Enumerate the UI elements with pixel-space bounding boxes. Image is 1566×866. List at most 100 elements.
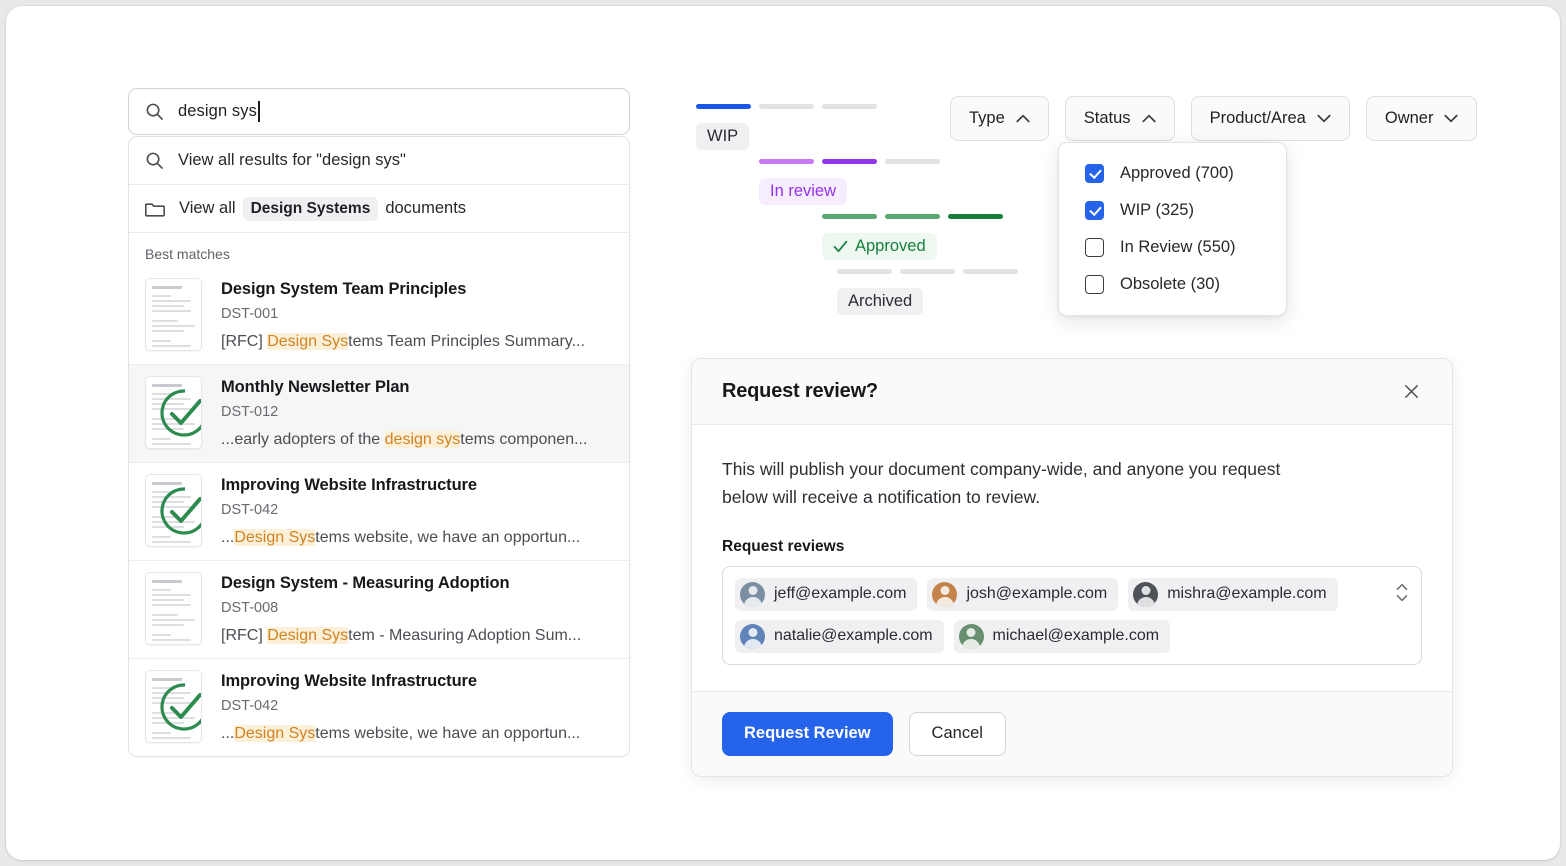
- result-snippet: ...Design Systems website, we have an op…: [221, 724, 581, 742]
- result-snippet: ...early adopters of the design systems …: [221, 430, 588, 448]
- recipient-chip[interactable]: mishra@example.com: [1128, 577, 1338, 611]
- status-menu-item[interactable]: In Review (550): [1059, 229, 1286, 266]
- status-menu-label: Obsolete (30): [1120, 275, 1220, 293]
- chevron-updown-stepper-icon[interactable]: [1394, 581, 1410, 605]
- result-doc-id: DST-001: [221, 305, 279, 322]
- progress-segment: [822, 159, 877, 164]
- chevron-up-icon: [1142, 109, 1156, 128]
- recipient-chip[interactable]: natalie@example.com: [735, 619, 944, 653]
- recipients-field[interactable]: jeff@example.com josh@example.com mishra…: [722, 565, 1422, 665]
- search-result-item[interactable]: Improving Website Infrastructure DST-042…: [129, 659, 629, 756]
- search-input[interactable]: design sys: [128, 88, 630, 135]
- filter-button-status[interactable]: Status: [1064, 96, 1175, 141]
- progress-segment: [822, 104, 877, 109]
- result-snippet: [RFC] Design System - Measuring Adoption…: [221, 626, 582, 644]
- status-menu-item[interactable]: Obsolete (30): [1059, 266, 1286, 303]
- filter-button-product-area[interactable]: Product/Area: [1190, 96, 1350, 141]
- recipient-email: natalie@example.com: [774, 627, 933, 645]
- progress-segment: [759, 159, 814, 164]
- status-progression-row: In review: [759, 159, 1018, 214]
- request-review-modal: Request review? This will publish your d…: [691, 358, 1453, 777]
- view-all-suffix: documents: [385, 199, 467, 217]
- search-results-list: Design System Team Principles DST-001 [R…: [129, 267, 629, 756]
- result-doc-id: DST-012: [221, 403, 279, 420]
- chevron-up-icon: [1016, 109, 1030, 128]
- cancel-button[interactable]: Cancel: [908, 711, 1006, 756]
- text-caret: [257, 101, 260, 122]
- recipient-email: mishra@example.com: [1167, 585, 1327, 603]
- recipient-chip[interactable]: josh@example.com: [927, 577, 1119, 611]
- view-all-folder-row[interactable]: View all Design Systems documents: [129, 185, 629, 233]
- filter-label: Status: [1083, 109, 1131, 127]
- recipient-chip[interactable]: michael@example.com: [953, 619, 1171, 653]
- recipient-chip[interactable]: jeff@example.com: [735, 577, 918, 611]
- modal-title: Request review?: [722, 380, 878, 402]
- document-thumbnail: [145, 278, 202, 351]
- status-menu-label: In Review (550): [1120, 238, 1236, 256]
- progress-segment: [948, 214, 1003, 219]
- result-title: Monthly Newsletter Plan: [221, 378, 410, 396]
- checkbox-icon[interactable]: [1085, 164, 1104, 183]
- status-menu-item[interactable]: Approved (700): [1059, 155, 1286, 192]
- status-badge: In review: [759, 178, 848, 205]
- search-icon: [145, 151, 164, 170]
- snippet-highlight: Design Sys: [267, 332, 349, 350]
- view-all-prefix: View all: [179, 199, 236, 217]
- checkbox-icon[interactable]: [1085, 275, 1104, 294]
- modal-header: Request review?: [692, 359, 1452, 425]
- status-badge: Approved: [822, 233, 937, 260]
- document-thumbnail: [145, 670, 202, 743]
- status-badge: WIP: [696, 123, 750, 150]
- status-badge: Archived: [837, 288, 924, 315]
- search-panel: design sys View all results for "design …: [128, 88, 630, 757]
- avatar: [932, 581, 958, 607]
- snippet-highlight: Design Sys: [267, 626, 349, 644]
- result-title: Design System Team Principles: [221, 280, 467, 298]
- view-all-results-row[interactable]: View all results for "design sys": [129, 137, 629, 185]
- progress-segment: [900, 269, 955, 274]
- search-icon: [145, 102, 164, 121]
- checkbox-icon[interactable]: [1085, 238, 1104, 257]
- search-result-item[interactable]: Design System - Measuring Adoption DST-0…: [129, 561, 629, 659]
- chevron-down-icon: [1444, 109, 1459, 128]
- chevron-down-icon: [1317, 109, 1331, 128]
- result-snippet: ...Design Systems website, we have an op…: [221, 528, 581, 546]
- check-icon: [833, 240, 848, 253]
- modal-description: This will publish your document company-…: [722, 459, 1281, 508]
- result-doc-id: DST-042: [221, 697, 279, 714]
- filter-button-type[interactable]: Type: [950, 96, 1049, 141]
- recipient-email: josh@example.com: [966, 585, 1108, 603]
- recipient-email: jeff@example.com: [774, 585, 907, 603]
- search-result-item[interactable]: Improving Website Infrastructure DST-042…: [129, 463, 629, 561]
- snippet-highlight: Design Sys: [234, 528, 316, 546]
- document-thumbnail: [145, 572, 202, 645]
- progress-segment: [822, 214, 877, 219]
- folder-chip: Design Systems: [242, 196, 379, 221]
- search-results-dropdown: View all results for "design sys" View a…: [128, 136, 630, 757]
- close-icon[interactable]: [1394, 375, 1428, 409]
- result-title: Improving Website Infrastructure: [221, 476, 477, 494]
- app-window: design sys View all results for "design …: [6, 6, 1560, 860]
- avatar: [740, 581, 765, 607]
- checkbox-icon[interactable]: [1085, 201, 1104, 220]
- best-matches-header: Best matches: [145, 246, 230, 262]
- modal-footer: Request Review Cancel: [692, 690, 1452, 776]
- progress-segment: [885, 159, 940, 164]
- status-menu-item[interactable]: WIP (325): [1059, 192, 1286, 229]
- filter-label: Owner: [1384, 109, 1434, 127]
- request-review-button[interactable]: Request Review: [722, 711, 893, 756]
- result-doc-id: DST-008: [221, 599, 279, 616]
- filter-label: Type: [969, 109, 1005, 127]
- status-menu-label: WIP (325): [1120, 201, 1194, 219]
- result-title: Improving Website Infrastructure: [221, 672, 477, 690]
- document-thumbnail: [145, 474, 202, 547]
- approved-check-icon: [160, 389, 201, 437]
- search-result-item[interactable]: Monthly Newsletter Plan DST-012 ...early…: [129, 365, 629, 463]
- filter-bar: Type Status Product/Area Owner: [950, 96, 1478, 141]
- progress-segment: [885, 214, 940, 219]
- filter-button-owner[interactable]: Owner: [1365, 96, 1478, 141]
- snippet-highlight: Design Sys: [234, 724, 316, 742]
- result-doc-id: DST-042: [221, 501, 279, 518]
- search-result-item[interactable]: Design System Team Principles DST-001 [R…: [129, 267, 629, 365]
- progress-segment: [759, 104, 814, 109]
